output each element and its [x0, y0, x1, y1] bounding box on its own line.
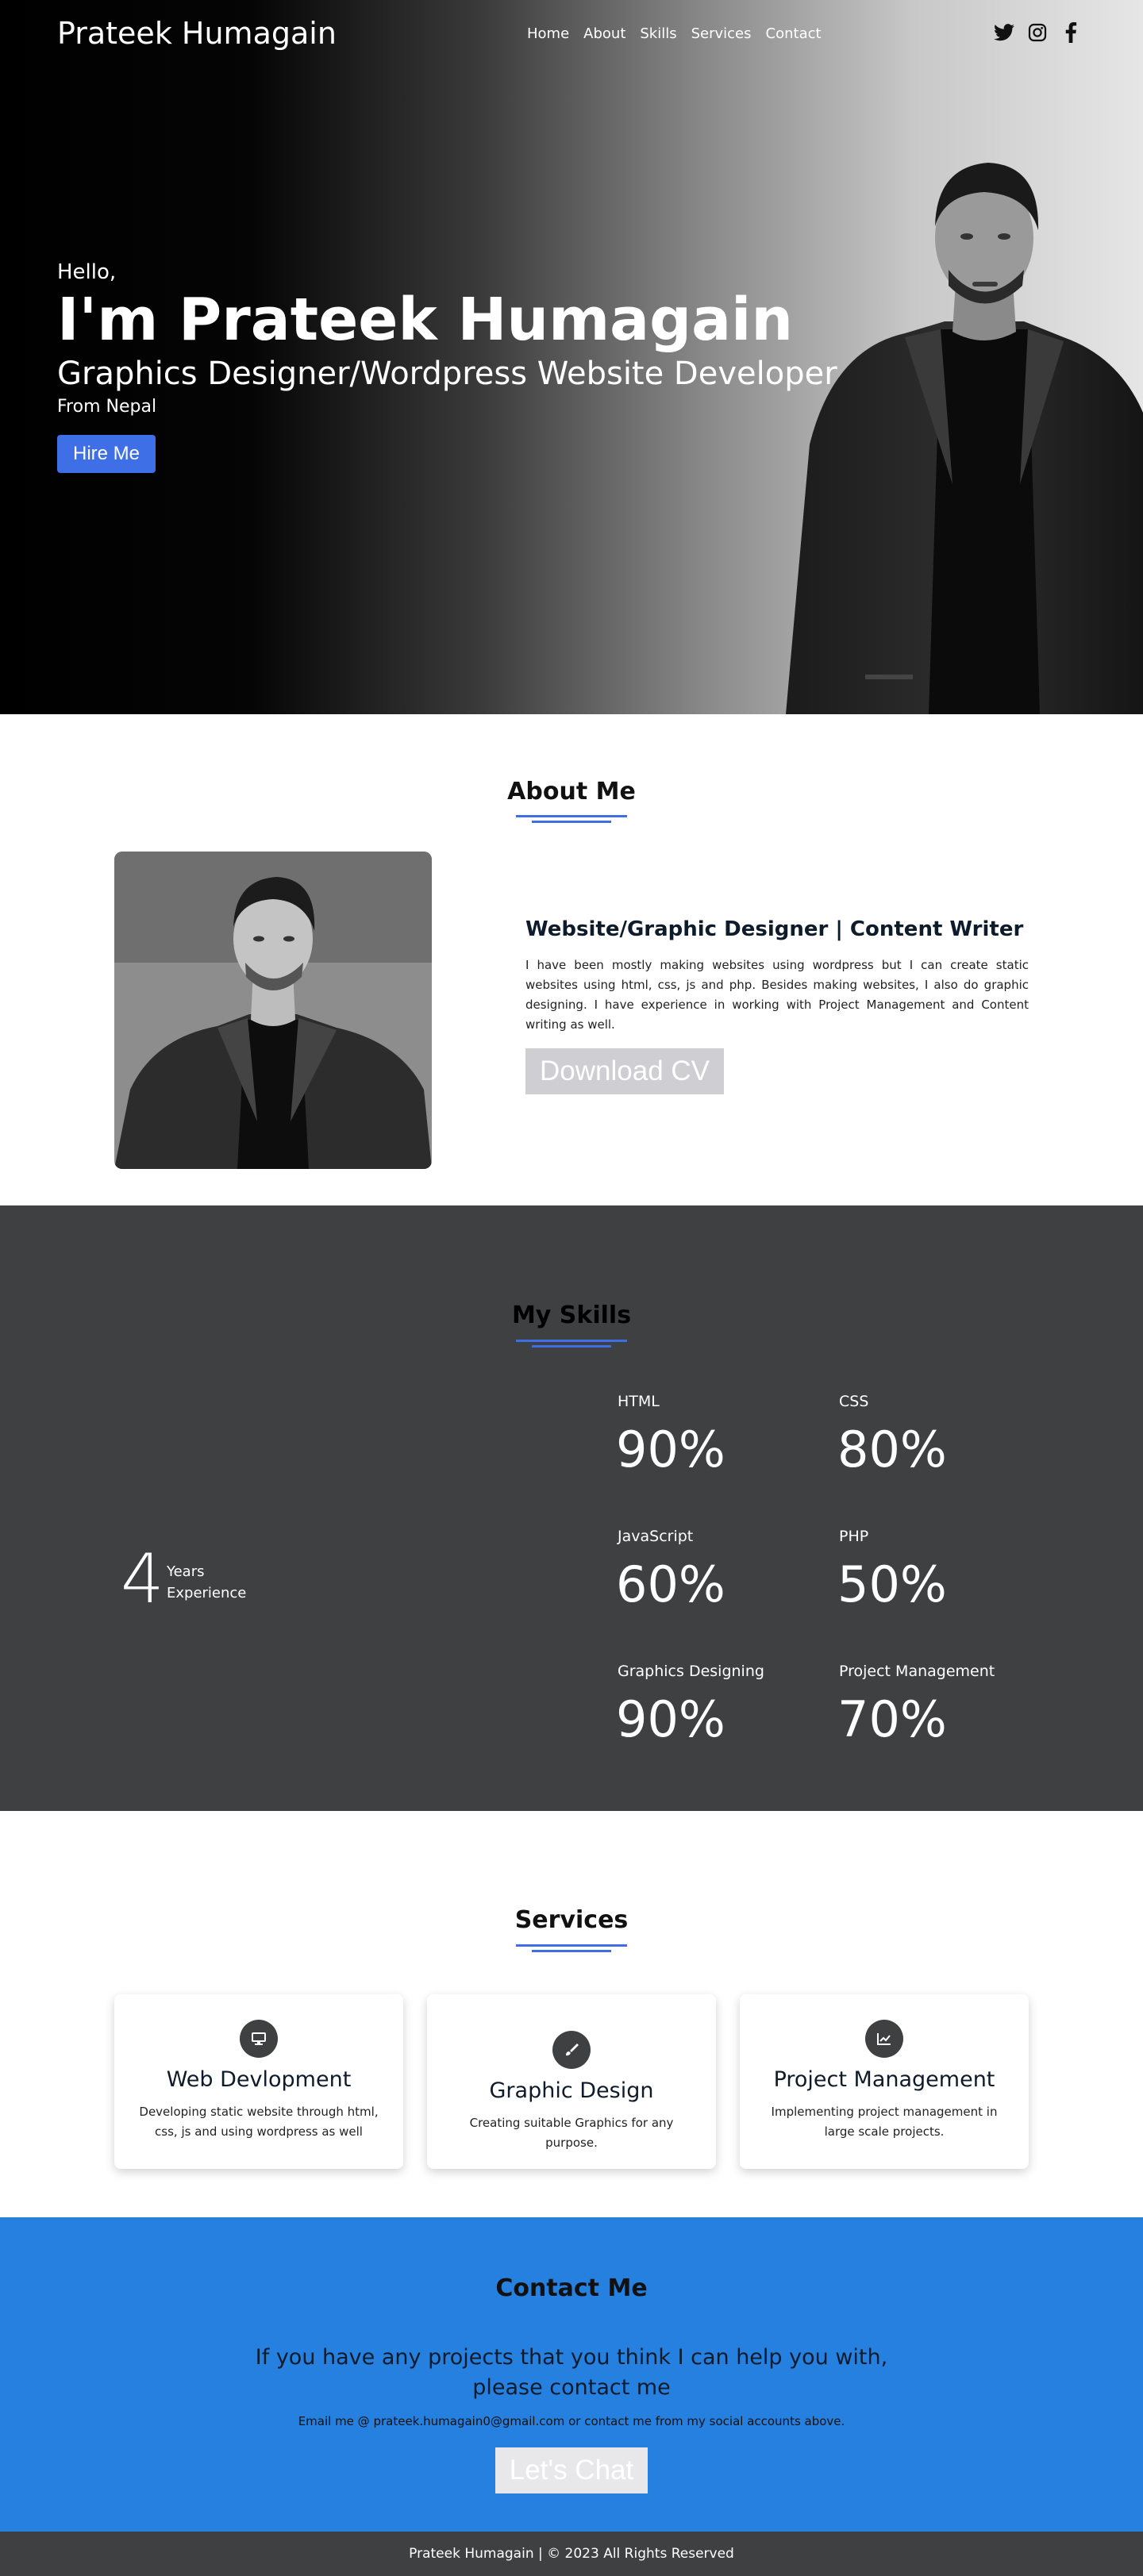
nav-contact[interactable]: Contact [766, 25, 822, 42]
hero-name: I'm Prateek Humagain [57, 286, 794, 354]
experience-label-years: Years [167, 1563, 205, 1580]
hero-portrait-image [786, 163, 1143, 714]
about-description: I have been mostly making websites using… [525, 958, 1029, 1032]
skill-value-project-management: 70% [837, 1690, 947, 1748]
footer-name: Prateek Humagain [409, 2546, 534, 2562]
skill-name-project-management: Project Management [839, 1663, 995, 1680]
nav-skills[interactable]: Skills [640, 25, 676, 42]
brush-icon [552, 2031, 591, 2069]
instagram-icon[interactable] [1027, 22, 1048, 43]
skills-title: My Skills [511, 1301, 632, 1329]
facebook-icon[interactable] [1060, 22, 1081, 43]
skill-name-graphics: Graphics Designing [618, 1663, 764, 1680]
about-title-underline [516, 815, 627, 823]
skill-name-php: PHP [839, 1528, 869, 1545]
chart-icon [865, 2020, 903, 2058]
skill-value-javascript: 60% [616, 1555, 725, 1613]
skill-value-php: 50% [837, 1555, 947, 1613]
main-nav: Home About Skills Services Contact [527, 25, 822, 42]
skill-name-css: CSS [839, 1393, 869, 1410]
service-desc-graphic: Creating suitable Graphics for any purpo… [469, 2116, 674, 2150]
skill-name-html: HTML [618, 1393, 660, 1410]
skill-name-javascript: JavaScript [618, 1528, 694, 1545]
skills-section [0, 1205, 1143, 1811]
service-desc-project: Implementing project management in large… [771, 2105, 998, 2139]
skill-value-graphics: 90% [616, 1690, 725, 1748]
hero-greeting: Hello, [57, 260, 117, 284]
brand-logo[interactable]: Prateek Humagain [57, 16, 337, 51]
services-title: Services [514, 1906, 629, 1934]
services-title-underline [516, 1944, 627, 1952]
nav-home[interactable]: Home [527, 25, 569, 42]
hero-role: Graphics Designer/Wordpress Website Deve… [57, 356, 837, 392]
experience-years-number: 4 [121, 1540, 164, 1619]
about-heading: Website/Graphic Designer | Content Write… [525, 917, 1024, 941]
service-title-web: Web Devlopment [166, 2067, 352, 2092]
service-title-graphic: Graphic Design [489, 2078, 654, 2103]
service-card-graphic: Graphic Design Creating suitable Graphic… [427, 1994, 716, 2169]
about-title: About Me [507, 778, 636, 805]
hero-location: From Nepal [57, 397, 157, 417]
lets-chat-button[interactable]: Let's Chat [495, 2447, 648, 2493]
service-title-project: Project Management [773, 2067, 995, 2092]
contact-email-line: Email me @ prateek.humagain0@gmail.com o… [298, 2414, 845, 2428]
hero-section: Prateek Humagain Home About Skills Servi… [0, 0, 1143, 714]
footer: Prateek Humagain | © 2023 All Rights Res… [0, 2532, 1143, 2576]
hire-me-button[interactable]: Hire Me [57, 435, 156, 473]
experience-label: Years Experience [167, 1561, 246, 1604]
twitter-icon[interactable] [994, 22, 1014, 43]
service-desc-web: Developing static website through html, … [139, 2105, 379, 2139]
service-card-project: Project Management Implementing project … [740, 1994, 1029, 2169]
experience-label-experience: Experience [167, 1585, 247, 1601]
service-card-web: Web Devlopment Developing static website… [114, 1994, 403, 2169]
download-cv-button[interactable]: Download CV [525, 1048, 724, 1094]
social-links [994, 22, 1081, 43]
footer-rights: | © 2023 All Rights Reserved [533, 2546, 734, 2562]
nav-about[interactable]: About [583, 25, 625, 42]
monitor-icon [240, 2020, 278, 2058]
skills-title-underline [516, 1340, 627, 1348]
skill-value-html: 90% [616, 1421, 725, 1478]
contact-title: Contact Me [495, 2274, 648, 2302]
nav-services[interactable]: Services [691, 25, 752, 42]
skill-value-css: 80% [837, 1421, 947, 1478]
about-portrait-image [114, 852, 432, 1169]
contact-lead: If you have any projects that you think … [255, 2345, 888, 2400]
